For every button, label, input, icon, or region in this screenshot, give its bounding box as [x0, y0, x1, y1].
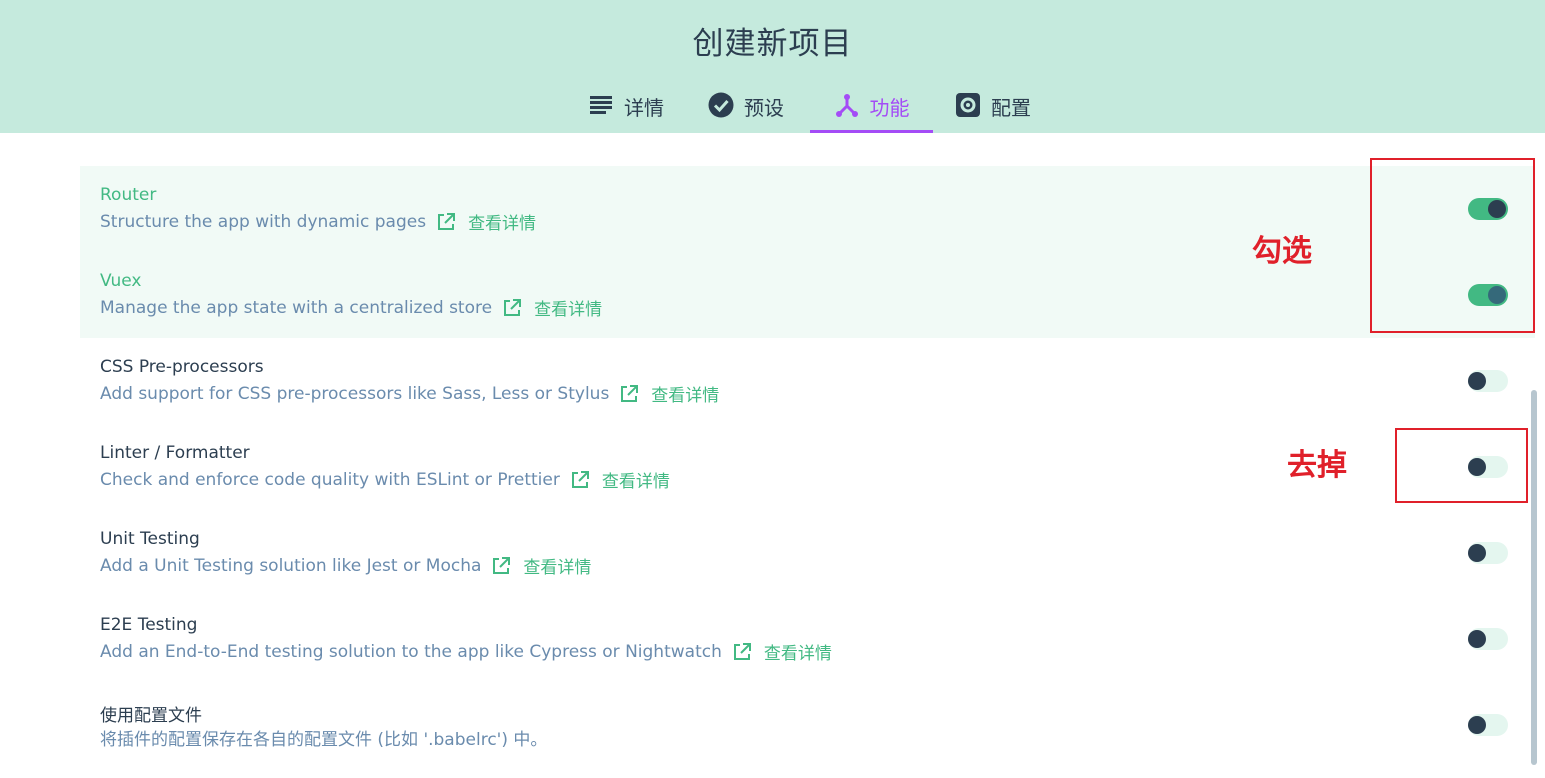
feature-row-e2e-testing[interactable]: E2E Testing Add an End-to-End testing so… — [80, 596, 1535, 682]
feature-description: Manage the app state with a centralized … — [100, 295, 602, 321]
feature-description: Add an End-to-End testing solution to th… — [100, 639, 832, 665]
feature-description: Check and enforce code quality with ESLi… — [100, 467, 670, 493]
toggle-knob — [1468, 630, 1486, 648]
page-title: 创建新项目 — [692, 26, 853, 62]
css-toggle[interactable] — [1468, 370, 1508, 392]
tab-label: 预设 — [744, 96, 784, 120]
tab-label: 详情 — [624, 96, 664, 120]
feature-description: Add support for CSS pre-processors like … — [100, 381, 719, 407]
feature-description-text: Add a Unit Testing solution like Jest or… — [100, 555, 482, 576]
tab-presets[interactable]: 预设 — [708, 82, 798, 133]
feature-row-config-files[interactable]: 使用配置文件 将插件的配置保存在各自的配置文件 (比如 '.babelrc') … — [80, 682, 1535, 768]
features-icon — [834, 92, 860, 118]
feature-name: Router — [100, 185, 157, 205]
annotation-box-check — [1370, 158, 1535, 333]
external-link-icon[interactable] — [570, 470, 590, 490]
feature-name: Linter / Formatter — [100, 443, 250, 463]
feature-description: Add a Unit Testing solution like Jest or… — [100, 553, 591, 579]
feature-name: CSS Pre-processors — [100, 357, 264, 377]
tab-label: 功能 — [869, 96, 910, 120]
feature-description-text: 将插件的配置保存在各自的配置文件 (比如 '.babelrc') 中。 — [100, 730, 548, 750]
annotation-check-label: 勾选 — [1252, 234, 1312, 269]
scrollbar[interactable] — [1531, 390, 1537, 765]
external-link-icon[interactable] — [732, 642, 752, 662]
feature-row-css[interactable]: CSS Pre-processors Add support for CSS p… — [80, 338, 1535, 424]
feature-row-vuex[interactable]: Vuex Manage the app state with a central… — [80, 252, 1535, 338]
external-link-icon[interactable] — [436, 212, 456, 232]
more-info-link[interactable]: 查看详情 — [651, 381, 719, 406]
toggle-knob — [1468, 544, 1486, 562]
feature-description-text: Add support for CSS pre-processors like … — [100, 383, 610, 404]
tab-details[interactable]: 详情 — [588, 82, 678, 133]
feature-row-router[interactable]: Router Structure the app with dynamic pa… — [80, 166, 1535, 252]
feature-name: 使用配置文件 — [100, 706, 202, 726]
unit-testing-toggle[interactable] — [1468, 542, 1508, 564]
check-circle-icon — [708, 92, 734, 118]
feature-name: Vuex — [100, 271, 142, 291]
feature-description: Structure the app with dynamic pages 查看详… — [100, 209, 536, 235]
list-icon — [588, 92, 614, 118]
external-link-icon[interactable] — [619, 384, 639, 404]
feature-row-unit-testing[interactable]: Unit Testing Add a Unit Testing solution… — [80, 510, 1535, 596]
feature-description-text: Add an End-to-End testing solution to th… — [100, 641, 722, 662]
feature-description-text: Manage the app state with a centralized … — [100, 297, 493, 318]
e2e-testing-toggle[interactable] — [1468, 628, 1508, 650]
page-header: 创建新项目 详情 预设 功能 配置 — [0, 0, 1545, 133]
more-info-link[interactable]: 查看详情 — [523, 553, 591, 578]
feature-name: E2E Testing — [100, 615, 198, 635]
external-link-icon[interactable] — [491, 556, 511, 576]
annotation-remove-label: 去掉 — [1287, 448, 1347, 483]
more-info-link[interactable]: 查看详情 — [764, 639, 832, 664]
config-files-toggle[interactable] — [1468, 714, 1508, 736]
toggle-knob — [1468, 372, 1486, 390]
feature-description: 将插件的配置保存在各自的配置文件 (比如 '.babelrc') 中。 — [100, 725, 547, 750]
annotation-box-remove — [1395, 428, 1528, 503]
feature-description-text: Structure the app with dynamic pages — [100, 211, 427, 232]
external-link-icon[interactable] — [502, 298, 522, 318]
more-info-link[interactable]: 查看详情 — [602, 467, 670, 492]
toggle-knob — [1468, 716, 1486, 734]
more-info-link[interactable]: 查看详情 — [468, 209, 536, 234]
tab-features[interactable]: 功能 — [810, 82, 933, 133]
more-info-link[interactable]: 查看详情 — [534, 295, 602, 320]
feature-name: Unit Testing — [100, 529, 200, 549]
tab-label: 配置 — [991, 96, 1031, 120]
tab-config[interactable]: 配置 — [955, 82, 1045, 133]
feature-description-text: Check and enforce code quality with ESLi… — [100, 469, 560, 490]
gear-icon — [955, 92, 981, 118]
tab-bar: 详情 预设 功能 配置 — [0, 82, 1545, 133]
